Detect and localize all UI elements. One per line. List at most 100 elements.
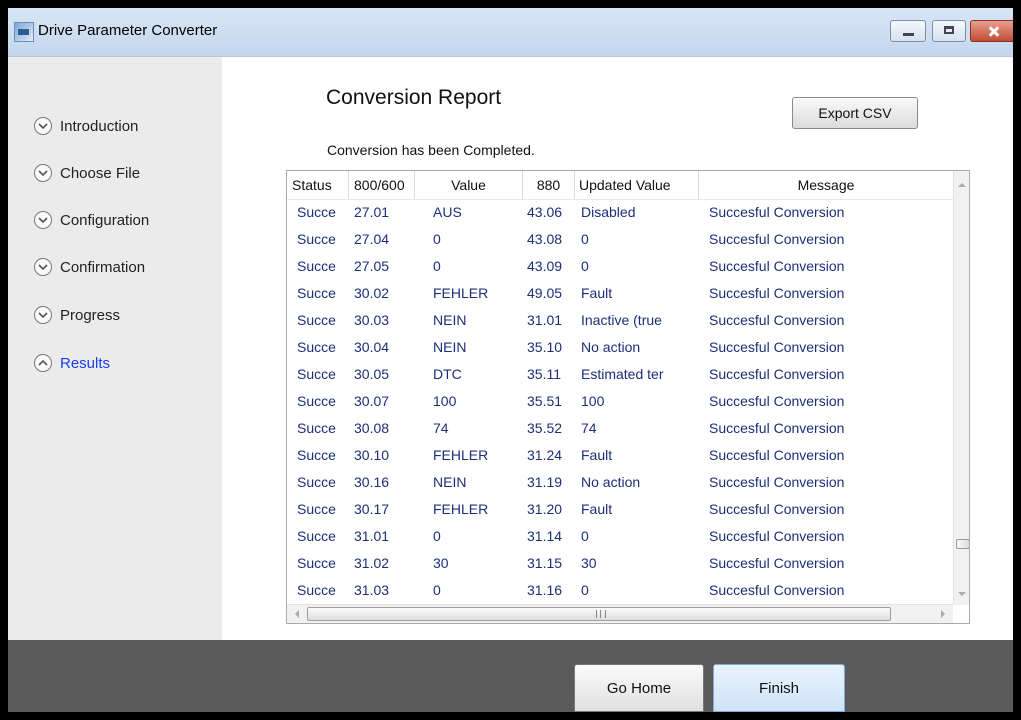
table-cell: 30.16 — [354, 474, 390, 490]
table-cell: 49.05 — [527, 285, 563, 301]
finish-button[interactable]: Finish — [713, 664, 845, 712]
table-cell: 35.51 — [527, 393, 563, 409]
table-cell: 30.04 — [354, 339, 390, 355]
table-row[interactable]: Succe 30.04 NEIN 35.10 No action Succesful Co… — [287, 334, 953, 361]
sidebar-item-label: Progress — [60, 306, 121, 324]
table-cell: DTC — [433, 366, 462, 382]
export-csv-button[interactable]: Export CSV — [792, 97, 918, 129]
table-cell: Succe — [297, 204, 336, 220]
table-row[interactable]: Succe 30.16 NEIN 31.19 No action Succesful Co… — [287, 469, 953, 496]
column-header-status[interactable]: Status — [287, 171, 349, 199]
table-cell: Succesful Conversion — [709, 231, 845, 247]
table-cell: 31.24 — [527, 447, 563, 463]
table-cell: 0 — [581, 231, 589, 247]
table-cell: Succesful Conversion — [709, 258, 845, 274]
scroll-left-icon[interactable] — [295, 610, 299, 618]
table-cell: 27.05 — [354, 258, 390, 274]
sidebar-item-progress[interactable]: Progress — [34, 303, 120, 327]
window-frame: Drive Parameter Converter Introduction C… — [8, 8, 1013, 712]
table-cell: 35.52 — [527, 420, 563, 436]
vertical-scrollbar[interactable] — [953, 171, 969, 605]
footer-bar: Go Home Finish — [8, 640, 1013, 712]
column-header-updated-value[interactable]: Updated Value — [575, 171, 699, 199]
table-cell: Succe — [297, 366, 336, 382]
column-header-message[interactable]: Message — [699, 171, 953, 199]
horizontal-scrollbar[interactable] — [287, 604, 953, 623]
table-cell: FEHLER — [433, 447, 489, 463]
scroll-up-icon[interactable] — [958, 183, 966, 187]
sidebar-item-results[interactable]: Results — [34, 351, 110, 375]
table-cell: Succe — [297, 420, 336, 436]
table-cell: No action — [581, 339, 641, 355]
table-row[interactable]: Succe 27.04 0 43.08 0 Succesful Conversion — [287, 226, 953, 253]
table-row[interactable]: Succe 30.08 74 35.52 74 Succesful Conversion — [287, 415, 953, 442]
table-cell: FEHLER — [433, 501, 489, 517]
table-cell: Succesful Conversion — [709, 447, 845, 463]
table-cell: 30.02 — [354, 285, 390, 301]
table-cell: 30.10 — [354, 447, 390, 463]
table-cell: Succesful Conversion — [709, 285, 845, 301]
table-row[interactable]: Succe 27.05 0 43.09 0 Succesful Conversion — [287, 253, 953, 280]
table-cell: Succe — [297, 528, 336, 544]
sidebar: Introduction Choose File Configuration C… — [8, 57, 222, 640]
sidebar-item-label: Confirmation — [60, 258, 146, 276]
maximize-button[interactable] — [932, 20, 966, 42]
table-cell: Fault — [581, 447, 613, 463]
table-cell: Succe — [297, 447, 336, 463]
table-cell: Fault — [581, 285, 613, 301]
table-cell: Succe — [297, 231, 336, 247]
sidebar-item-label: Configuration — [60, 211, 150, 229]
vertical-scroll-thumb[interactable] — [956, 539, 969, 549]
table-cell: 43.06 — [527, 204, 563, 220]
table-row[interactable]: Succe 30.05 DTC 35.11 Estimated ter Succesful… — [287, 361, 953, 388]
sidebar-item-configuration[interactable]: Configuration — [34, 208, 149, 232]
table-cell: Inactive (true — [581, 312, 662, 328]
chevron-down-icon — [34, 258, 52, 276]
table-cell: 0 — [581, 582, 589, 598]
table-row[interactable]: Succe 30.10 FEHLER 31.24 Fault Succesful Conv… — [287, 442, 953, 469]
table-cell: 74 — [581, 420, 597, 436]
sidebar-item-introduction[interactable]: Introduction — [34, 114, 138, 138]
table-cell: 31.03 — [354, 582, 390, 598]
table-cell: 43.09 — [527, 258, 563, 274]
client-area: Introduction Choose File Configuration C… — [8, 57, 1013, 712]
table-cell: 31.01 — [527, 312, 563, 328]
table-cell: Succesful Conversion — [709, 474, 845, 490]
column-header-800-600[interactable]: 800/600 — [349, 171, 415, 199]
scroll-right-icon[interactable] — [941, 610, 945, 618]
close-button[interactable] — [970, 20, 1013, 42]
sidebar-item-label: Introduction — [60, 117, 139, 135]
horizontal-scroll-thumb[interactable] — [307, 607, 891, 621]
scroll-down-icon[interactable] — [958, 592, 966, 596]
table-row[interactable]: Succe 31.03 0 31.16 0 Succesful Conversion — [287, 577, 953, 604]
table-row[interactable]: Succe 30.17 FEHLER 31.20 Fault Succesful Conv… — [287, 496, 953, 523]
table-cell: 31.01 — [354, 528, 390, 544]
table-cell: 30 — [433, 555, 449, 571]
table-cell: Succe — [297, 501, 336, 517]
table-row[interactable]: Succe 31.02 30 31.15 30 Succesful Conversion — [287, 550, 953, 577]
table-row[interactable]: Succe 27.01 AUS 43.06 Disabled Succesful Conv… — [287, 199, 953, 226]
table-row[interactable]: Succe 30.02 FEHLER 49.05 Fault Succesful Conv… — [287, 280, 953, 307]
column-header-880[interactable]: 880 — [523, 171, 575, 199]
table-cell: Fault — [581, 501, 613, 517]
table-row[interactable]: Succe 30.07 100 35.51 100 Succesful Conversio… — [287, 388, 953, 415]
table-body: Succe 27.01 AUS 43.06 Disabled Succesful Conv… — [287, 199, 953, 604]
sidebar-item-choose-file[interactable]: Choose File — [34, 161, 140, 185]
table-cell: Succe — [297, 582, 336, 598]
go-home-button[interactable]: Go Home — [574, 664, 704, 712]
table-cell: Succe — [297, 285, 336, 301]
table-cell: 30.07 — [354, 393, 390, 409]
title-bar: Drive Parameter Converter — [8, 8, 1013, 57]
page-title: Conversion Report — [326, 86, 502, 109]
table-cell: AUS — [433, 204, 462, 220]
chevron-down-icon — [34, 117, 52, 135]
table-row[interactable]: Succe 31.01 0 31.14 0 Succesful Conversion — [287, 523, 953, 550]
table-cell: Succe — [297, 258, 336, 274]
minimize-button[interactable] — [890, 20, 926, 42]
sidebar-item-label: Choose File — [60, 164, 141, 182]
sidebar-item-confirmation[interactable]: Confirmation — [34, 255, 145, 279]
grip-icon — [596, 610, 606, 618]
table-row[interactable]: Succe 30.03 NEIN 31.01 Inactive (true Succesf… — [287, 307, 953, 334]
table-cell: NEIN — [433, 339, 467, 355]
column-header-value[interactable]: Value — [415, 171, 523, 199]
